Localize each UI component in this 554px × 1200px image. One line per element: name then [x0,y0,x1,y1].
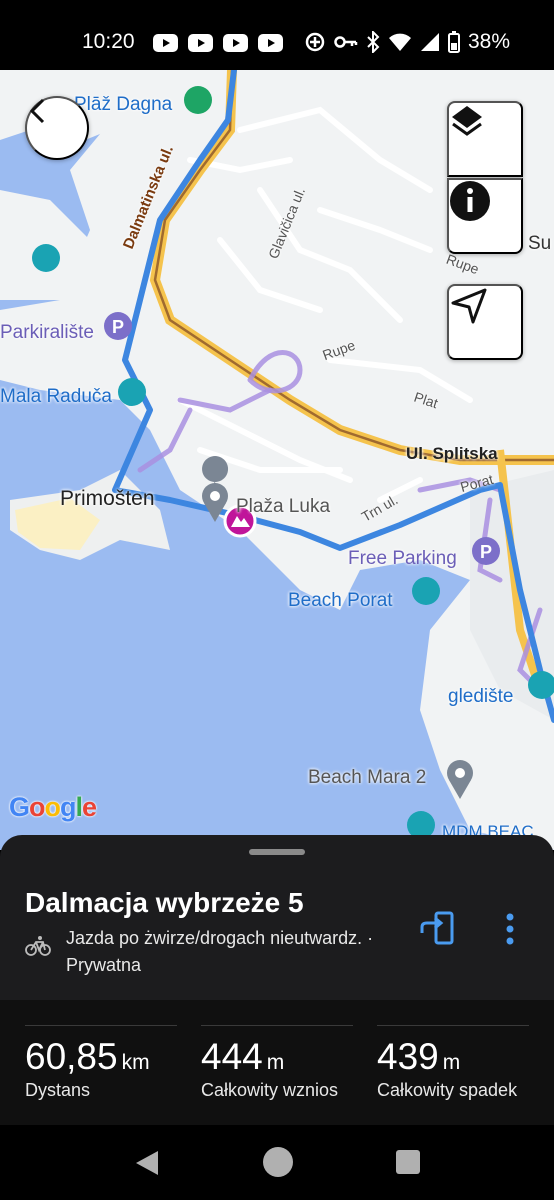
info-button[interactable] [447,178,523,254]
stat-value: 444 [201,1036,263,1077]
system-icons: 38% [304,30,510,54]
stat-value: 439 [377,1036,439,1077]
map-label-parkiraliste[interactable]: Parkiralište [0,322,94,344]
chevron-left-icon [29,98,45,124]
map-label-mala-raduca[interactable]: Mala Raduča [0,386,112,408]
stat-label: Dystans [25,1080,91,1100]
cell-signal-icon [420,33,439,51]
map-label-beach-mara[interactable]: Beach Mara 2 [308,767,426,789]
location-pin-hole [210,491,220,501]
google-attribution: Google [9,792,97,822]
system-nav-bar [0,1125,554,1200]
route-subtitle: Jazda po żwirze/drogach nieutwardz. · Pr… [66,925,406,979]
vpn-key-icon [334,36,358,48]
youtube-icon [153,34,178,52]
stat-label: Całkowity wznios [201,1080,339,1100]
svg-text:P: P [112,317,124,337]
stat-descent: 439 m Całkowity spadek [377,1025,529,1101]
more-vert-icon [506,913,514,945]
status-bar: 10:20 38% [0,0,554,70]
back-button[interactable] [25,96,89,160]
map-label-plaza-luka[interactable]: Plaža Luka [236,496,330,518]
map-label-splitska: Ul. Splitska [406,444,498,463]
nav-recents-button[interactable] [396,1150,420,1174]
bluetooth-icon [367,31,380,53]
route-activity: Jazda po żwirze/drogach nieutwardz. · [66,928,374,948]
data-saver-icon [305,32,325,52]
send-to-device-icon [420,911,454,945]
stat-value: 60,85 [25,1036,118,1077]
map-label-glediste[interactable]: gledište [448,686,514,708]
layers-icon [452,106,482,136]
battery-percent: 38% [467,30,510,53]
wifi-icon [388,33,411,51]
stat-ascent: 444 m Całkowity wznios [201,1025,353,1101]
more-options-button[interactable] [496,909,524,949]
map-label-plaz-dagna[interactable]: Plāž Dagna [74,94,172,116]
map-label-primosten[interactable]: Primošten [60,487,155,511]
route-details-sheet[interactable]: Dalmacja wybrzeże 5 Jazda po żwirze/drog… [0,835,554,1125]
route-visibility: Prywatna [66,955,142,975]
navigation-arrow-icon [451,288,487,324]
info-icon [450,181,490,221]
gravel-bike-icon [25,936,51,956]
nav-back-icon[interactable] [134,1149,160,1177]
my-location-button[interactable] [447,284,523,360]
map-label-beach-porat[interactable]: Beach Porat [288,590,393,612]
stat-unit: km [121,1051,150,1074]
stat-label: Całkowity spadek [377,1080,518,1100]
notification-icons [153,34,283,52]
stat-unit: m [442,1051,461,1074]
map-label-su[interactable]: Su [528,233,551,255]
youtube-icon [223,34,248,52]
map-layers-button[interactable] [447,101,523,177]
send-to-device-button[interactable] [418,909,458,949]
map-view[interactable]: P P Plāž Dagna Dalmatinska ul. Glavičica… [0,70,554,850]
youtube-icon [258,34,283,52]
drag-handle[interactable] [249,849,305,855]
status-time: 10:20 [82,30,135,53]
stat-unit: m [266,1051,285,1074]
route-title: Dalmacja wybrzeże 5 [25,887,304,918]
battery-icon [447,31,460,53]
map-label-free-parking[interactable]: Free Parking [348,548,457,570]
nav-home-button[interactable] [263,1147,293,1177]
youtube-icon [188,34,213,52]
route-stats: 60,85 km Dystans 444 m Całkowity wznios 43… [0,1000,554,1125]
svg-text:P: P [480,542,492,562]
stat-distance: 60,85 km Dystans [25,1025,177,1101]
